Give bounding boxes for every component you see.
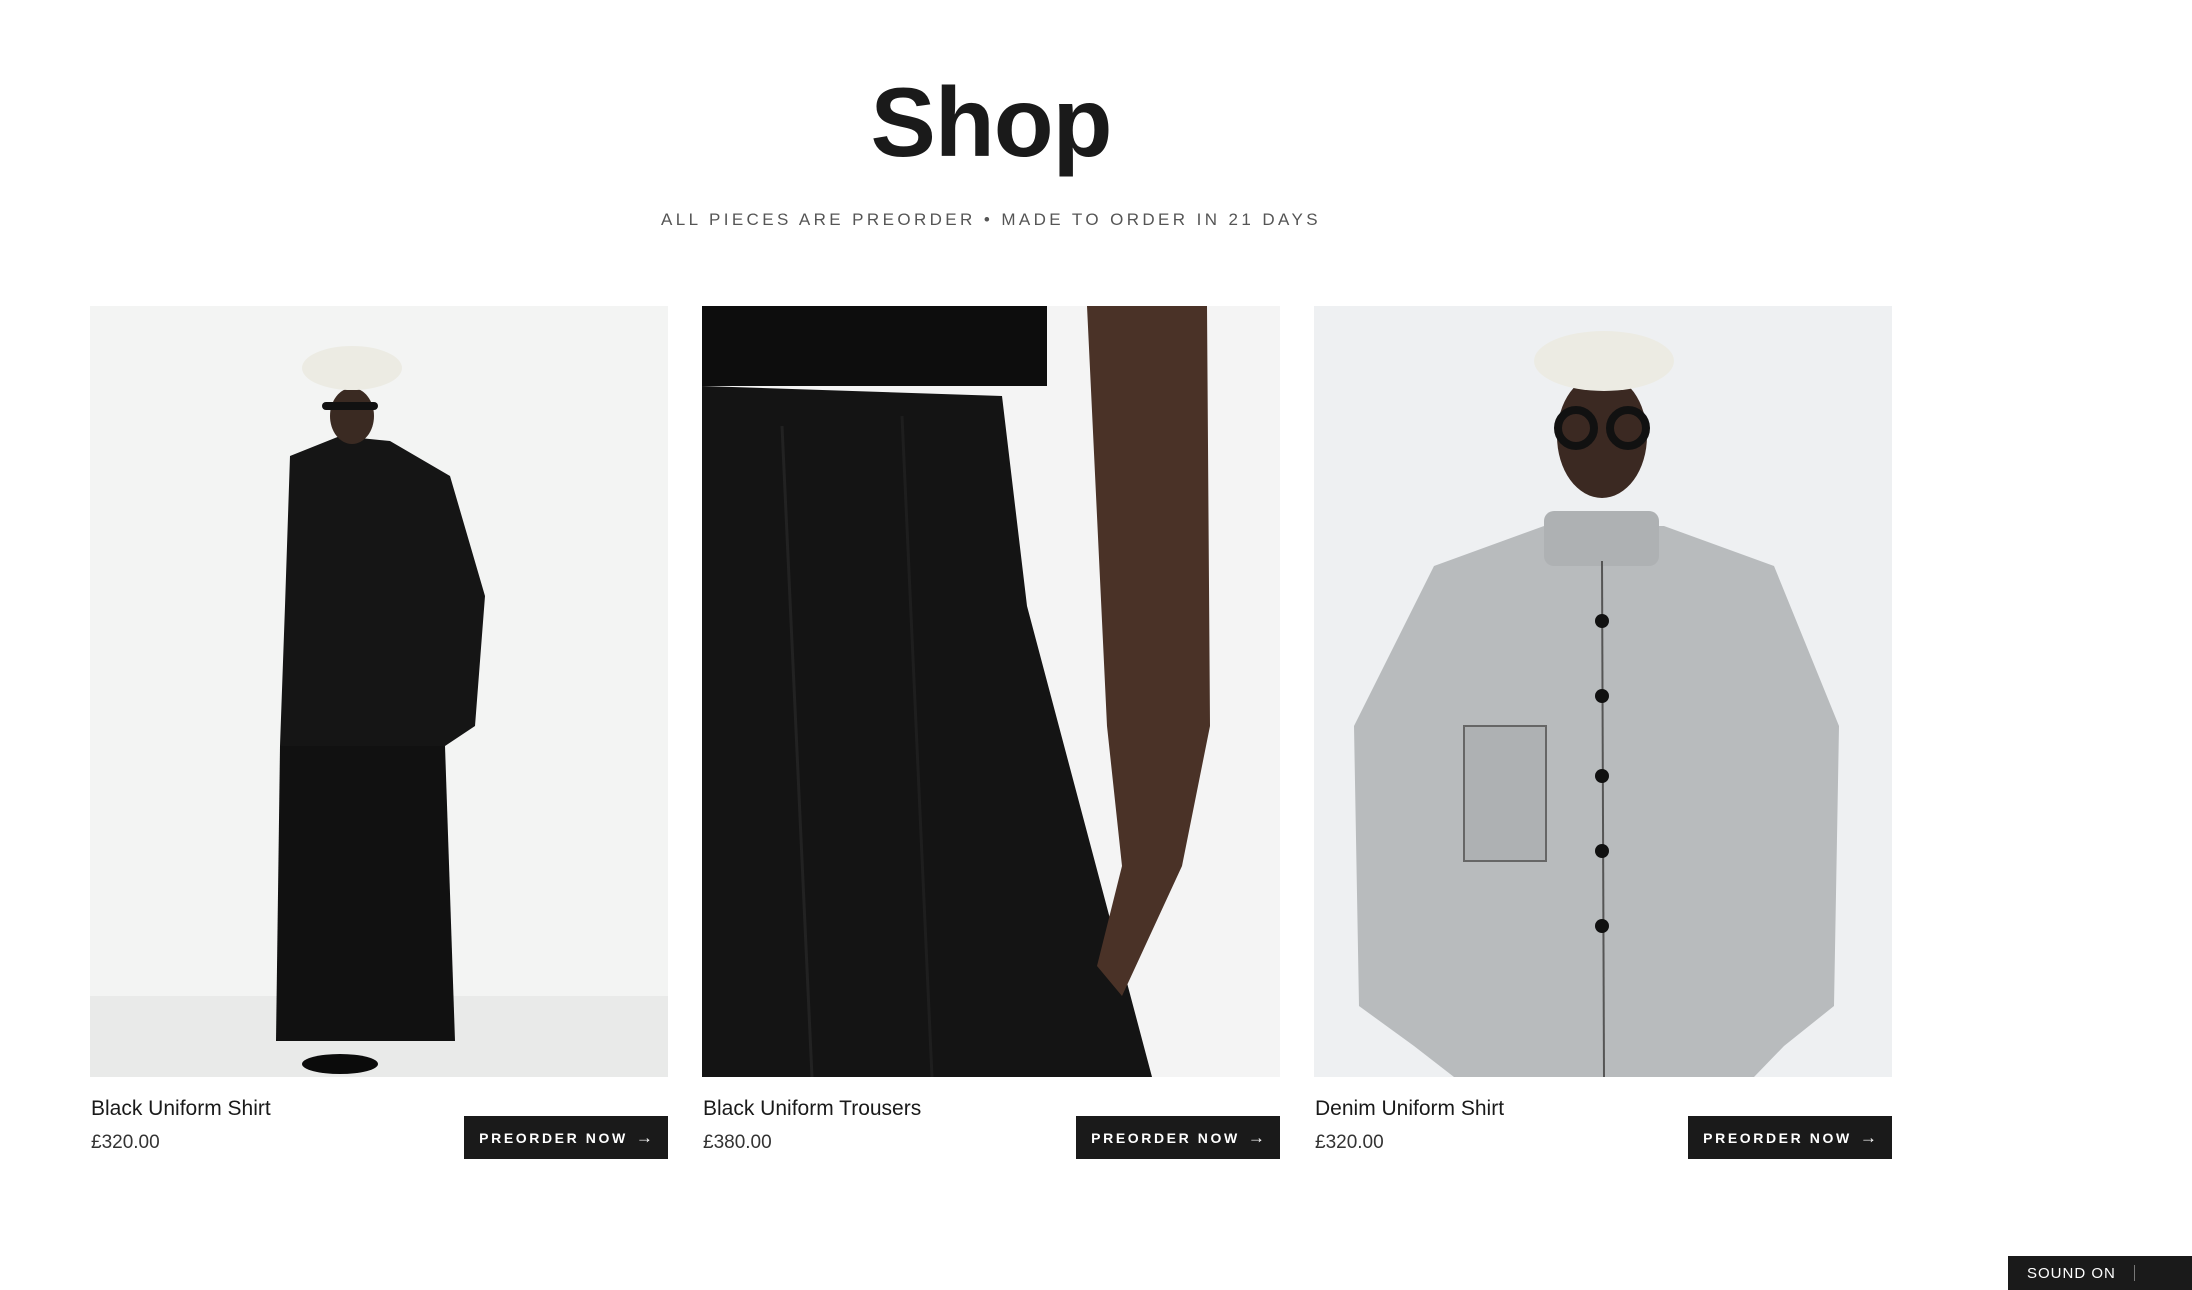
product-price: £320.00 xyxy=(1315,1132,1384,1153)
preorder-button[interactable]: PREORDER NOW → xyxy=(1076,1116,1280,1159)
preorder-button[interactable]: PREORDER NOW → xyxy=(464,1116,668,1159)
product-meta: Denim Uniform Shirt £320.00 PREORDER NOW… xyxy=(1314,1077,1892,1167)
product-name[interactable]: Denim Uniform Shirt xyxy=(1315,1097,1504,1121)
divider xyxy=(2133,1265,2135,1281)
preorder-button-label: PREORDER NOW xyxy=(1703,1129,1852,1146)
model-black-trousers-illustration xyxy=(702,306,1280,1077)
product-card: Black Uniform Trousers £380.00 PREORDER … xyxy=(702,306,1280,1167)
product-image[interactable] xyxy=(1314,306,1892,1077)
product-card: Denim Uniform Shirt £320.00 PREORDER NOW… xyxy=(1314,306,1892,1167)
product-name[interactable]: Black Uniform Trousers xyxy=(703,1097,921,1121)
preorder-button-label: PREORDER NOW xyxy=(479,1129,628,1146)
shop-page: Shop ALL PIECES ARE PREORDER • MADE TO O… xyxy=(0,0,2192,1290)
product-image[interactable] xyxy=(702,306,1280,1077)
arrow-right-icon: → xyxy=(635,1127,653,1147)
product-card: Black Uniform Shirt £320.00 PREORDER NOW… xyxy=(90,306,668,1167)
product-meta: Black Uniform Shirt £320.00 PREORDER NOW… xyxy=(90,1077,668,1167)
page-title: Shop xyxy=(870,67,1113,177)
product-price: £380.00 xyxy=(703,1132,772,1153)
product-price: £320.00 xyxy=(91,1132,160,1153)
product-meta: Black Uniform Trousers £380.00 PREORDER … xyxy=(702,1077,1280,1167)
preorder-button[interactable]: PREORDER NOW → xyxy=(1688,1116,1892,1159)
arrow-right-icon: → xyxy=(1247,1127,1265,1147)
product-image[interactable] xyxy=(90,306,668,1077)
model-black-shirt-illustration xyxy=(90,306,668,1077)
model-denim-shirt-illustration xyxy=(1314,306,1892,1077)
preorder-button-label: PREORDER NOW xyxy=(1091,1129,1240,1146)
arrow-right-icon: → xyxy=(1859,1127,1877,1147)
page-subtitle: ALL PIECES ARE PREORDER • MADE TO ORDER … xyxy=(661,210,1321,229)
product-name[interactable]: Black Uniform Shirt xyxy=(91,1097,271,1121)
sound-toggle-button[interactable]: SOUND ON xyxy=(2008,1256,2192,1290)
sound-toggle-label: SOUND ON xyxy=(2027,1264,2116,1282)
